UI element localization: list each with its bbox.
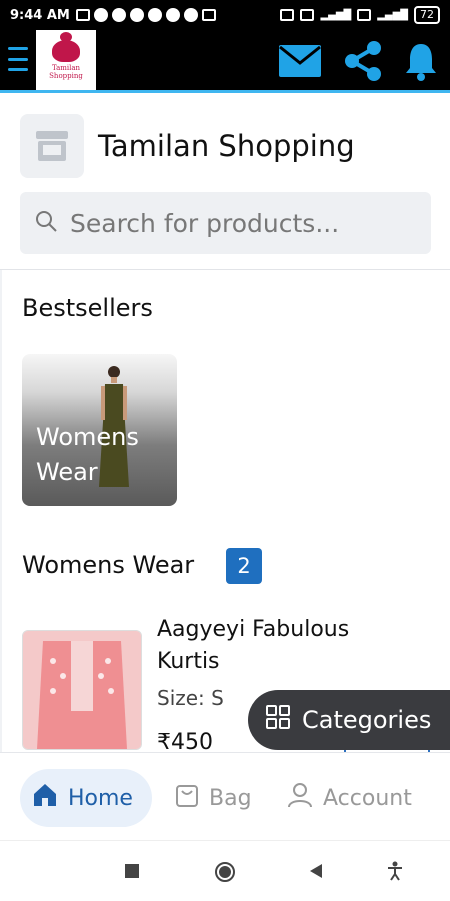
search-bar[interactable] bbox=[20, 192, 431, 254]
home-button[interactable] bbox=[214, 861, 236, 887]
bestsellers-title: Bestsellers bbox=[22, 294, 153, 322]
grid-icon bbox=[266, 705, 302, 735]
back-button[interactable] bbox=[308, 863, 324, 883]
mail-icon[interactable] bbox=[278, 44, 322, 78]
search-icon bbox=[34, 209, 58, 237]
accessibility-icon[interactable] bbox=[386, 861, 404, 885]
recents-button[interactable] bbox=[124, 863, 140, 883]
system-navigation bbox=[0, 840, 450, 901]
bell-icon[interactable] bbox=[404, 41, 438, 81]
search-input[interactable] bbox=[68, 207, 417, 239]
nav-bag-label: Bag bbox=[209, 785, 252, 811]
menu-icon[interactable] bbox=[8, 47, 28, 71]
section-divider bbox=[0, 269, 450, 270]
app-bar: Tamilan Shopping bbox=[0, 30, 450, 93]
nav-home[interactable]: Home bbox=[20, 769, 152, 827]
product-name[interactable]: Aagyeyi Fabulous Kurtis bbox=[157, 614, 417, 678]
account-icon bbox=[287, 782, 323, 814]
nav-home-label: Home bbox=[68, 785, 133, 811]
logo-text: Tamilan Shopping bbox=[49, 64, 83, 80]
product-image[interactable] bbox=[22, 630, 142, 750]
content-edge bbox=[0, 270, 2, 760]
category-section-title: Womens Wear bbox=[22, 551, 195, 579]
product-size: Size: S bbox=[157, 686, 224, 710]
notification-icons bbox=[75, 8, 216, 22]
item-count-badge: 2 bbox=[226, 548, 262, 584]
categories-fab[interactable]: Categories bbox=[248, 690, 450, 750]
nav-bag[interactable]: Bag bbox=[175, 769, 252, 827]
store-header: Tamilan Shopping bbox=[20, 114, 355, 178]
bestseller-card[interactable]: Womens Wear bbox=[22, 354, 177, 506]
nav-account[interactable]: Account bbox=[287, 769, 412, 827]
home-icon bbox=[32, 782, 68, 814]
bestseller-card-label: Womens Wear bbox=[36, 423, 139, 486]
nav-account-label: Account bbox=[323, 785, 412, 811]
store-name: Tamilan Shopping bbox=[98, 129, 355, 163]
share-icon[interactable] bbox=[342, 40, 384, 82]
system-indicators: ▂▄▆█ ▂▄▆█ 72 bbox=[280, 6, 440, 24]
bottom-navigation: Home Bag Account bbox=[0, 752, 450, 841]
status-time: 9:44 AM bbox=[10, 7, 70, 23]
bag-icon bbox=[175, 782, 209, 814]
battery-indicator: 72 bbox=[414, 6, 440, 24]
status-bar: 9:44 AM ▂▄▆█ ▂▄▆█ 72 bbox=[0, 0, 450, 30]
app-logo[interactable]: Tamilan Shopping bbox=[36, 30, 96, 90]
store-icon bbox=[20, 114, 84, 178]
categories-label: Categories bbox=[302, 706, 432, 734]
